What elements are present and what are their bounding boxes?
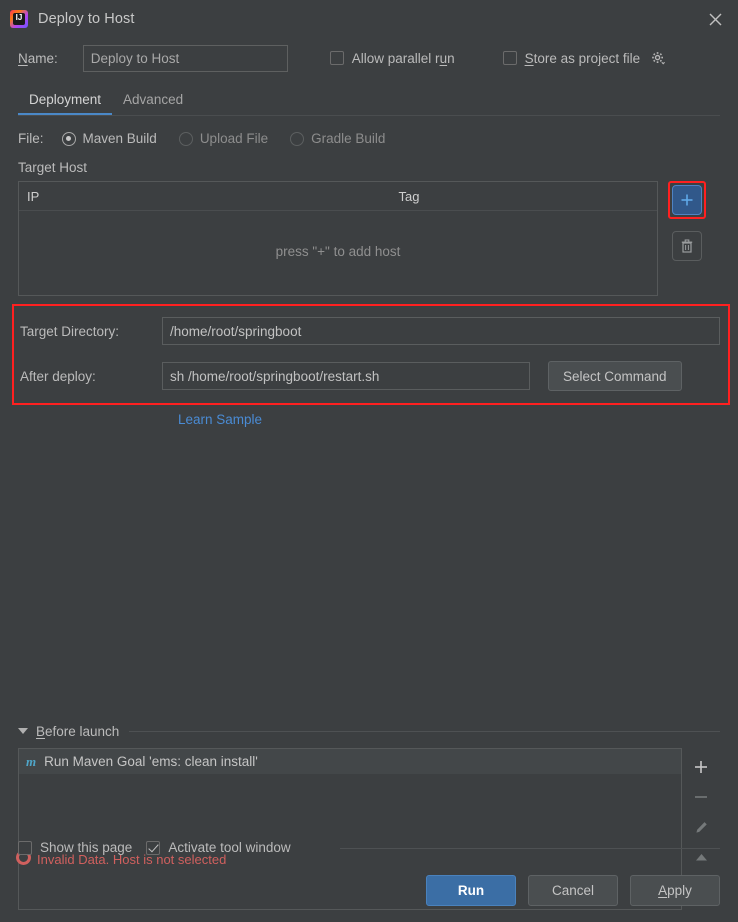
tab-bar: Deployment Advanced	[0, 78, 738, 116]
add-before-launch-task-button[interactable]	[688, 752, 714, 782]
before-launch-header: Before launch	[18, 720, 720, 742]
triangle-down-icon[interactable]	[18, 728, 28, 734]
delete-host-button[interactable]	[672, 231, 702, 261]
dialog-footer: Invalid Data. Host is not selected Show …	[0, 832, 738, 922]
activate-tool-window-checkbox[interactable]: Activate tool window	[146, 840, 291, 855]
cancel-button[interactable]: Cancel	[528, 875, 618, 906]
allow-parallel-run-checkbox[interactable]: Allow parallel run	[329, 50, 455, 66]
footer-checkboxes: Show this page Activate tool window	[18, 840, 291, 855]
radio-button	[61, 131, 76, 146]
run-button[interactable]: Run	[426, 875, 516, 906]
file-type-row: File: Maven Build Upload File Gradle Bui…	[18, 122, 720, 155]
store-as-project-file-label: Store as project file	[524, 50, 641, 66]
radio-gradle-build[interactable]: Gradle Build	[290, 131, 385, 146]
deploy-fields-highlight-group: Target Directory: After deploy: Select C…	[12, 304, 730, 405]
add-host-highlight	[668, 181, 706, 219]
remove-before-launch-task-button[interactable]	[688, 782, 714, 812]
checkbox-box	[146, 840, 161, 855]
add-host-button[interactable]	[672, 185, 702, 215]
minus-icon	[695, 796, 708, 798]
close-icon[interactable]	[704, 8, 726, 30]
gear-icon[interactable]	[650, 50, 666, 66]
target-directory-label: Target Directory:	[20, 323, 120, 339]
deploy-to-host-dialog: IJ Deploy to Host Name: Allow parallel r…	[0, 0, 738, 922]
store-as-project-file-checkbox[interactable]: Store as project file	[502, 50, 641, 66]
title-bar: IJ Deploy to Host	[0, 0, 738, 38]
tab-deployment[interactable]: Deployment	[18, 92, 113, 116]
column-header-ip: IP	[27, 188, 40, 204]
target-host-table[interactable]: IP Tag press "+" to add host	[18, 181, 658, 296]
radio-label: Gradle Build	[311, 131, 386, 146]
target-directory-input[interactable]	[162, 317, 720, 345]
table-header: IP Tag	[19, 182, 657, 211]
name-label: Name:	[18, 50, 58, 66]
footer-buttons: Run Cancel Apply	[426, 875, 720, 906]
target-host-area: IP Tag press "+" to add host	[18, 181, 720, 296]
window-title: Deploy to Host	[38, 11, 135, 27]
show-this-page-label: Show this page	[40, 840, 133, 855]
learn-sample-link[interactable]: Learn Sample	[178, 412, 262, 427]
target-host-toolbar	[668, 181, 706, 261]
tab-advanced[interactable]: Advanced	[112, 92, 194, 116]
radio-button	[290, 131, 305, 146]
checkbox-box	[502, 51, 517, 65]
column-header-tag: Tag	[398, 188, 420, 204]
maven-icon: m	[26, 753, 37, 769]
target-directory-row: Target Directory:	[20, 316, 720, 346]
dialog-body: File: Maven Build Upload File Gradle Bui…	[0, 116, 738, 922]
radio-upload-file[interactable]: Upload File	[178, 131, 269, 146]
intellij-idea-icon: IJ	[10, 10, 28, 28]
after-deploy-label: After deploy:	[20, 368, 96, 384]
plus-icon	[681, 194, 693, 206]
allow-parallel-run-label: Allow parallel run	[351, 50, 455, 66]
target-host-label: Target Host	[18, 160, 88, 175]
checkbox-box	[329, 51, 344, 65]
empty-table-message: press "+" to add host	[275, 244, 401, 259]
radio-label: Maven Build	[82, 131, 157, 146]
list-item-label: Run Maven Goal 'ems: clean install'	[44, 754, 258, 769]
before-launch-title: Before launch	[36, 723, 120, 739]
name-row: Name: Allow parallel run Store as projec…	[0, 38, 738, 78]
radio-maven-build[interactable]: Maven Build	[61, 131, 157, 146]
activate-tool-window-label: Activate tool window	[168, 840, 291, 855]
plus-icon	[695, 761, 708, 773]
select-command-button[interactable]: Select Command	[548, 361, 682, 391]
name-input[interactable]	[82, 44, 288, 72]
checkbox-box	[18, 840, 32, 855]
show-this-page-checkbox[interactable]: Show this page	[18, 840, 132, 855]
list-item[interactable]: m Run Maven Goal 'ems: clean install'	[19, 749, 682, 774]
footer-divider	[340, 848, 720, 849]
trash-icon	[681, 239, 693, 253]
after-deploy-input[interactable]	[162, 362, 530, 390]
apply-button[interactable]: Apply	[630, 875, 720, 906]
after-deploy-row: After deploy: Select Command	[20, 361, 720, 391]
section-divider	[129, 730, 720, 732]
radio-button	[178, 131, 193, 146]
radio-label: Upload File	[199, 131, 269, 146]
file-label: File:	[18, 131, 44, 146]
